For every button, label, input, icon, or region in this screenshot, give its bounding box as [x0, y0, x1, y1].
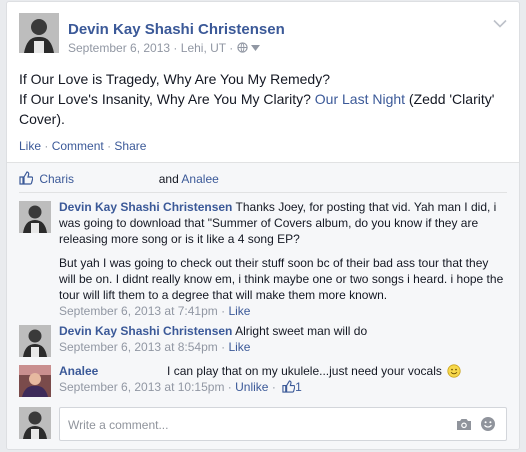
meta-separator: ·: [229, 41, 234, 55]
comment-meta: September 6, 2013 at 7:41pm · Like: [59, 304, 251, 318]
avatar-photo: [19, 365, 51, 397]
comment-meta: September 6, 2013 at 8:54pm · Like: [59, 340, 251, 354]
viewer-avatar: [19, 407, 51, 439]
post-location[interactable]: Lehi, UT: [181, 41, 226, 55]
commenter-avatar[interactable]: [19, 365, 51, 397]
avatar-photo: [19, 407, 51, 439]
comment-text-content: I can play that on my ukulele...just nee…: [167, 364, 442, 378]
comment-author[interactable]: Analee: [59, 364, 98, 378]
post-card: Devin Kay Shashi Christensen September 6…: [6, 1, 520, 450]
share-button[interactable]: Share: [114, 139, 146, 153]
chevron-down-icon[interactable]: [250, 45, 260, 51]
comment-body: Devin Kay Shashi Christensen Thanks Joey…: [59, 199, 507, 319]
comment-like-button[interactable]: Like: [228, 304, 250, 318]
globe-icon[interactable]: [236, 42, 248, 53]
post-link[interactable]: Our Last Night: [315, 91, 405, 107]
like-button[interactable]: Like: [19, 139, 41, 153]
thumbs-up-icon: [282, 380, 296, 393]
comment-text: Devin Kay Shashi Christensen Alright swe…: [59, 323, 507, 339]
post-line-1: If Our Love is Tragedy, Why Are You My R…: [19, 71, 330, 87]
comment: Analee I can play that on my ukulele...j…: [19, 363, 507, 397]
thumbs-up-icon: [19, 171, 33, 185]
camera-icon[interactable]: [456, 417, 472, 431]
liker-name[interactable]: Charis: [39, 172, 74, 186]
post-meta: September 6, 2013 · Lehi, UT ·: [68, 41, 260, 55]
action-separator: ·: [107, 139, 112, 153]
avatar-photo: [19, 201, 51, 233]
liker-name[interactable]: Analee: [181, 172, 218, 186]
comment-input[interactable]: Write a comment...: [59, 407, 507, 441]
comment-text-content: Alright sweet man will do: [235, 324, 368, 338]
likes-summary: Charis and Analee: [19, 169, 507, 189]
comment-body: Devin Kay Shashi Christensen Alright swe…: [59, 323, 507, 355]
post-actions: Like · Comment · Share: [19, 139, 146, 153]
smiley-emoji-icon: [447, 364, 461, 378]
likes-conjunction: and: [158, 172, 179, 186]
avatar-photo: [19, 325, 51, 357]
comment-body: Analee I can play that on my ukulele...j…: [59, 363, 507, 395]
post-line-2-text: If Our Love's Insanity, Why Are You My C…: [19, 91, 311, 107]
comment-text: Devin Kay Shashi Christensen Thanks Joey…: [59, 199, 507, 247]
comment: Devin Kay Shashi Christensen Alright swe…: [19, 323, 507, 357]
comment-like-count[interactable]: 1: [295, 380, 302, 394]
post-line-2: If Our Love's Insanity, Why Are You My C…: [19, 89, 505, 129]
comment-unlike-button[interactable]: Unlike: [235, 380, 268, 394]
comment-like-button[interactable]: Like: [228, 340, 250, 354]
post-date[interactable]: September 6, 2013: [68, 41, 170, 55]
post-options-icon[interactable]: [493, 19, 507, 29]
feedback-section: Charis and Analee Devin Kay Shashi Chris…: [7, 162, 519, 449]
post-author-name[interactable]: Devin Kay Shashi Christensen: [68, 21, 285, 38]
post-text: If Our Love is Tragedy, Why Are You My R…: [19, 69, 505, 129]
comment-timestamp[interactable]: September 6, 2013 at 7:41pm: [59, 304, 218, 318]
comment: Devin Kay Shashi Christensen Thanks Joey…: [19, 199, 507, 319]
emoji-icon[interactable]: [480, 416, 496, 432]
comment-text-p2: But yah I was going to check out their s…: [59, 256, 504, 302]
action-separator: ·: [44, 139, 49, 153]
divider: [19, 192, 507, 193]
comment-placeholder: Write a comment...: [68, 418, 169, 432]
meta-separator: ·: [173, 41, 178, 55]
comment-timestamp[interactable]: September 6, 2013 at 8:54pm: [59, 340, 218, 354]
comment-meta: September 6, 2013 at 10:15pm · Unlike · …: [59, 380, 302, 394]
post-header: Devin Kay Shashi Christensen September 6…: [19, 13, 507, 55]
comment-timestamp[interactable]: September 6, 2013 at 10:15pm: [59, 380, 224, 394]
comment-composer: Write a comment...: [19, 407, 507, 441]
author-avatar[interactable]: [19, 13, 59, 53]
comment-author[interactable]: Devin Kay Shashi Christensen: [59, 200, 232, 214]
commenter-avatar[interactable]: [19, 201, 51, 233]
comment-button[interactable]: Comment: [52, 139, 104, 153]
comment-author[interactable]: Devin Kay Shashi Christensen: [59, 324, 232, 338]
comment-text: Analee I can play that on my ukulele...j…: [59, 363, 507, 379]
commenter-avatar[interactable]: [19, 325, 51, 357]
avatar-photo: [19, 13, 59, 53]
